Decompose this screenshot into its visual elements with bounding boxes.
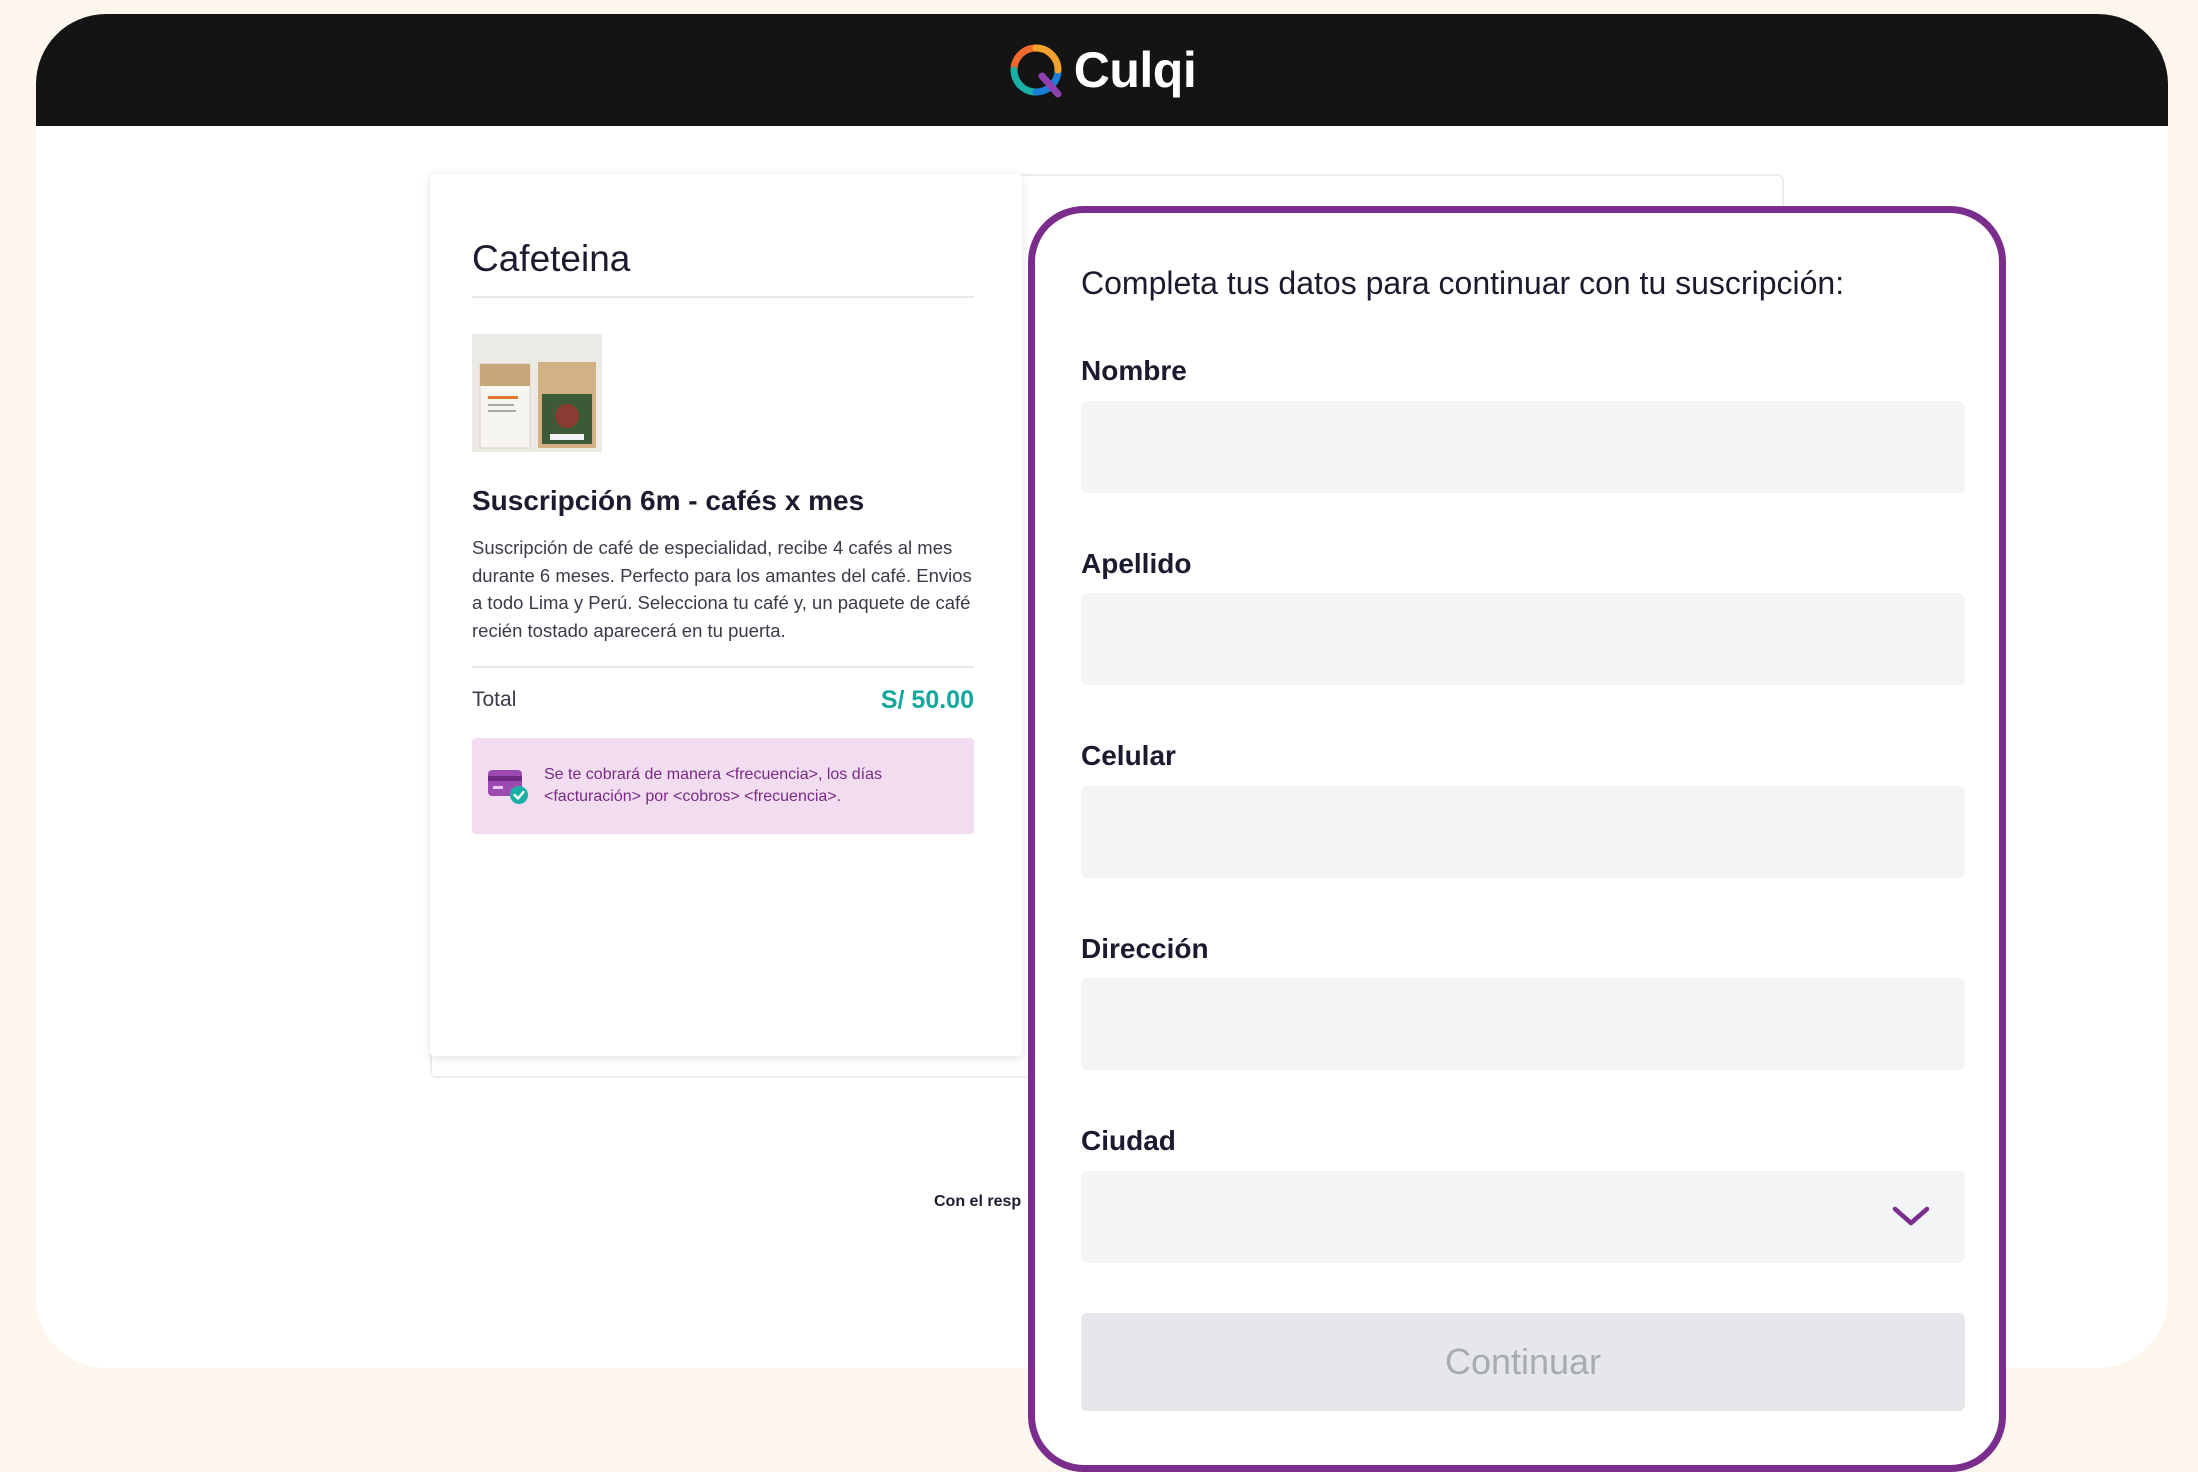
header-bar: Culqi — [36, 14, 2168, 126]
product-title: Suscripción 6m - cafés x mes — [472, 485, 865, 516]
nombre-label: Nombre — [1081, 355, 1187, 386]
culqi-logo-icon — [1010, 44, 1062, 98]
divider — [472, 296, 974, 298]
brand: Culqi — [36, 14, 2168, 126]
product-description: Suscripción de café de especialidad, rec… — [472, 537, 972, 641]
direccion-label: Dirección — [1081, 933, 1209, 964]
product-image — [472, 334, 602, 452]
ciudad-select[interactable] — [1081, 1171, 1965, 1263]
form-title: Completa tus datos para continuar con tu… — [1081, 265, 1845, 301]
footer-legal-text: Con el resp — [934, 1193, 1022, 1210]
apellido-input[interactable] — [1081, 593, 1965, 685]
chevron-down-icon — [1892, 1206, 1930, 1226]
subscription-form: Completa tus datos para continuar con tu… — [1028, 206, 2006, 1472]
coffee-bags-image — [472, 334, 602, 452]
total-label: Total — [472, 688, 517, 711]
order-summary: Cafeteina Suscripción 6m - cafés x mes S… — [430, 174, 1022, 1056]
divider — [472, 666, 974, 668]
apellido-label: Apellido — [1081, 548, 1192, 579]
celular-input[interactable] — [1081, 786, 1965, 878]
billing-notice-text: Se te cobrará de manera <frecuencia>, lo… — [544, 766, 882, 805]
brand-name: Culqi — [1073, 42, 1197, 98]
credit-card-check-icon — [488, 770, 528, 804]
continue-button[interactable]: Continuar — [1081, 1313, 1965, 1411]
direccion-input[interactable] — [1081, 978, 1965, 1070]
total-amount: S/ 50.00 — [880, 686, 974, 714]
celular-label: Celular — [1081, 740, 1176, 771]
billing-notice: Se te cobrará de manera <frecuencia>, lo… — [472, 738, 974, 834]
nombre-input[interactable] — [1081, 401, 1965, 493]
merchant-name: Cafeteina — [472, 238, 631, 279]
ciudad-label: Ciudad — [1081, 1125, 1176, 1156]
